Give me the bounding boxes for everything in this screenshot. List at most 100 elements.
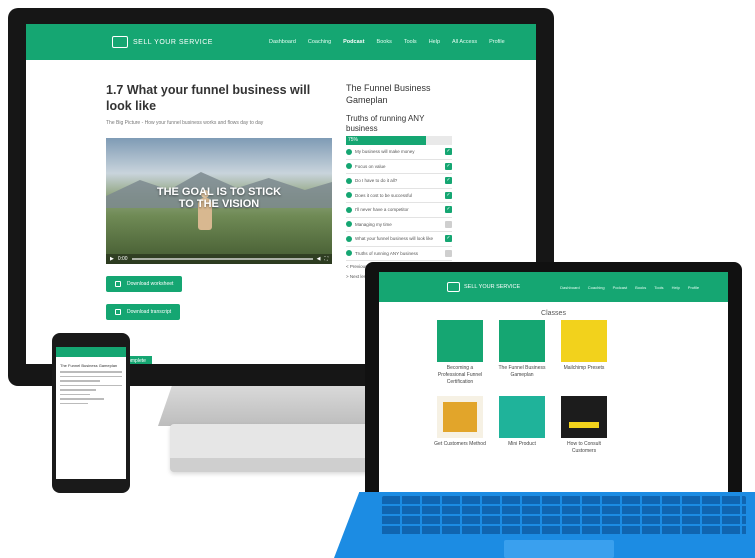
tablet-nav-item[interactable]: Help [672, 285, 680, 290]
class-title: Get Customers Method [434, 441, 486, 447]
mobile-phone: The Funnel Business Gameplan [52, 333, 130, 493]
phone-nav [56, 347, 126, 357]
tablet-nav-item[interactable]: Dashboard [560, 285, 580, 290]
classes-grid: Becoming a Professional Funnel Certifica… [433, 320, 673, 455]
lesson-bullet-icon [346, 192, 352, 199]
phone-screen: The Funnel Business Gameplan [56, 347, 126, 479]
tablet-nav-item[interactable]: Tools [654, 285, 663, 290]
class-card[interactable]: Becoming a Professional Funnel Certifica… [433, 320, 487, 386]
video-progress-bar[interactable] [131, 258, 313, 260]
lesson-item[interactable]: Truths of running ANY business [346, 247, 452, 261]
progress-fill: 75% [346, 136, 426, 145]
lesson-bullet-icon [346, 163, 352, 170]
phone-text-line [60, 398, 104, 400]
nav-item-coaching[interactable]: Coaching [308, 39, 331, 45]
lesson-label: Truths of running ANY business [355, 250, 419, 256]
keyboard-keys [382, 496, 746, 536]
main-menu: Dashboard Coaching Podcast Books Tools H… [269, 39, 505, 45]
video-overlay-text: THE GOAL IS TO STICK TO THE VISION [106, 186, 332, 210]
check-icon[interactable]: ✓ [445, 206, 452, 214]
course-progress-bar: 75% [346, 136, 452, 145]
nav-item-profile[interactable]: Profile [489, 39, 505, 45]
logo-text: SELL YOUR SERVICE [133, 38, 213, 46]
check-icon[interactable]: ✓ [445, 235, 452, 243]
class-thumbnail [561, 320, 607, 362]
check-icon[interactable]: ✓ [445, 191, 452, 199]
lesson-item[interactable]: I'll never have a competitor ✓ [346, 203, 452, 218]
check-icon[interactable]: ✓ [445, 148, 452, 156]
class-card[interactable]: Get Customers Method [433, 396, 487, 455]
lesson-bullet-icon [346, 235, 352, 242]
checkbox-empty-icon[interactable] [445, 249, 452, 257]
video-player[interactable]: THE GOAL IS TO STICK TO THE VISION ▶ 0:0… [106, 138, 332, 264]
tablet-nav-item[interactable]: Coaching [588, 285, 605, 290]
lesson-content: 1.7 What your funnel business will look … [106, 82, 332, 320]
nav-item-tools[interactable]: Tools [404, 39, 417, 45]
play-icon[interactable]: ▶ [110, 256, 114, 262]
download-worksheet-button[interactable]: Download worksheet [106, 276, 183, 292]
tablet-device: SELL YOUR SERVICE Dashboard Coaching Pod… [365, 262, 742, 502]
lesson-bullet-icon [346, 177, 352, 184]
lesson-item[interactable]: Do I have to do it all? ✓ [346, 174, 452, 189]
keyboard-trackpad [504, 540, 614, 558]
class-card[interactable]: The Funnel Business Gameplan [495, 320, 549, 386]
site-logo[interactable]: SELL YOUR SERVICE [112, 36, 213, 48]
tablet-nav-item[interactable]: Books [635, 285, 646, 290]
class-card[interactable]: Mailchimp Presets [557, 320, 611, 386]
section-title: Truths of running ANY business [346, 114, 425, 133]
lesson-item[interactable]: Does it cost to be successful ✓ [346, 189, 452, 203]
download-transcript-label: Download transcript [127, 309, 172, 315]
course-title: The Funnel Business Gameplan [346, 83, 431, 105]
check-icon[interactable]: ✓ [445, 162, 452, 170]
lesson-list: My business will make money ✓ Focus on v… [346, 145, 452, 261]
nav-item-all-access[interactable]: All Access [452, 39, 477, 45]
lesson-label: What your funnel business will look like [355, 236, 434, 242]
lesson-item[interactable]: Focus on value ✓ [346, 160, 452, 174]
lesson-item[interactable]: Managing my time [346, 218, 452, 232]
nav-item-books[interactable]: Books [377, 39, 392, 45]
tablet-nav-item[interactable]: Podcast [613, 285, 627, 290]
lesson-item[interactable]: My business will make money ✓ [346, 145, 452, 160]
tablet-menu: Dashboard Coaching Podcast Books Tools H… [560, 285, 699, 290]
class-thumbnail [499, 320, 545, 362]
tablet-site-logo[interactable]: SELL YOUR SERVICE [447, 282, 520, 292]
class-title: Mailchimp Presets [563, 365, 605, 371]
nav-item-podcast[interactable]: Podcast [343, 39, 364, 45]
phone-text-line [60, 389, 96, 391]
video-controls: ▶ 0:00 ◀ ⛶ [106, 254, 332, 264]
video-overlay-line2: TO THE VISION [178, 198, 260, 210]
fullscreen-icon[interactable]: ⛶ [324, 256, 328, 262]
lesson-bullet-icon [346, 250, 352, 257]
monitor-stand [158, 386, 388, 426]
nav-item-help[interactable]: Help [429, 39, 440, 45]
video-overlay-line1: THE GOAL IS TO STICK [156, 186, 282, 198]
volume-icon[interactable]: ◀ [317, 256, 321, 262]
lesson-label: Does it cost to be successful [355, 192, 413, 198]
class-card[interactable]: Mini Product [495, 396, 549, 455]
top-navigation: SELL YOUR SERVICE Dashboard Coaching Pod… [26, 24, 536, 60]
lesson-bullet-icon [346, 221, 352, 228]
download-transcript-button[interactable]: Download transcript [106, 304, 181, 320]
tablet-logo-text: SELL YOUR SERVICE [464, 284, 521, 290]
classes-heading: Classes [541, 310, 566, 317]
phone-text-line [60, 384, 122, 386]
class-title: How to Consult Customers [567, 441, 601, 454]
class-thumbnail [561, 396, 607, 438]
nav-item-dashboard[interactable]: Dashboard [269, 39, 296, 45]
class-thumbnail [437, 396, 483, 438]
download-icon [115, 281, 121, 287]
checkbox-empty-icon[interactable] [445, 220, 452, 228]
tablet-nav-item[interactable]: Profile [688, 285, 699, 290]
class-title: The Funnel Business Gameplan [498, 365, 546, 378]
course-sidebar: The Funnel Business Gameplan Truths of r… [346, 82, 452, 281]
phone-text-line [60, 402, 88, 404]
check-icon[interactable]: ✓ [445, 177, 452, 185]
download-worksheet-label: Download worksheet [127, 281, 174, 287]
monitor-stand-base [170, 424, 380, 472]
lesson-bullet-icon [346, 148, 352, 155]
logo-icon [447, 282, 460, 292]
phone-text-line [60, 375, 122, 377]
class-card[interactable]: How to Consult Customers [557, 396, 611, 455]
logo-icon [112, 36, 128, 48]
lesson-item[interactable]: What your funnel business will look like… [346, 232, 452, 247]
